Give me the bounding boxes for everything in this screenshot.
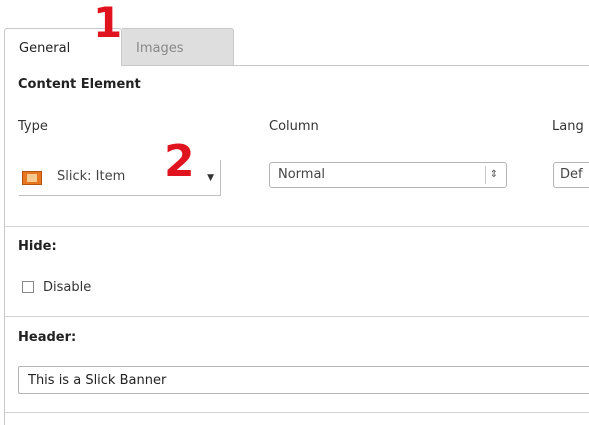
type-select-value: Slick: Item	[57, 169, 126, 184]
language-select-value: Def	[560, 167, 583, 182]
annotation-marker-2: 2	[164, 136, 195, 187]
tab-bar: General Images	[0, 0, 589, 66]
slick-item-icon	[22, 171, 42, 185]
annotation-marker-1: 1	[93, 0, 123, 47]
type-label: Type	[18, 119, 48, 134]
hide-title: Hide:	[18, 239, 57, 254]
disable-checkbox[interactable]	[22, 281, 34, 293]
updown-arrows-icon: ⇕	[485, 166, 502, 184]
header-title: Header:	[18, 330, 77, 345]
dropdown-arrow-icon: ▼	[207, 173, 214, 183]
header-input[interactable]	[18, 366, 589, 394]
column-select-value: Normal	[278, 167, 326, 182]
language-label: Lang	[552, 119, 584, 134]
divider	[5, 412, 589, 413]
content-element-title: Content Element	[18, 77, 141, 92]
column-label: Column	[269, 119, 319, 134]
tab-images-label: Images	[136, 41, 184, 56]
language-select[interactable]: Def	[553, 162, 589, 188]
tab-images[interactable]: Images	[122, 28, 234, 66]
tab-general-label: General	[19, 41, 71, 56]
divider	[5, 316, 589, 317]
column-select[interactable]: Normal ⇕	[269, 162, 507, 188]
divider	[5, 226, 589, 227]
disable-label: Disable	[43, 280, 92, 295]
